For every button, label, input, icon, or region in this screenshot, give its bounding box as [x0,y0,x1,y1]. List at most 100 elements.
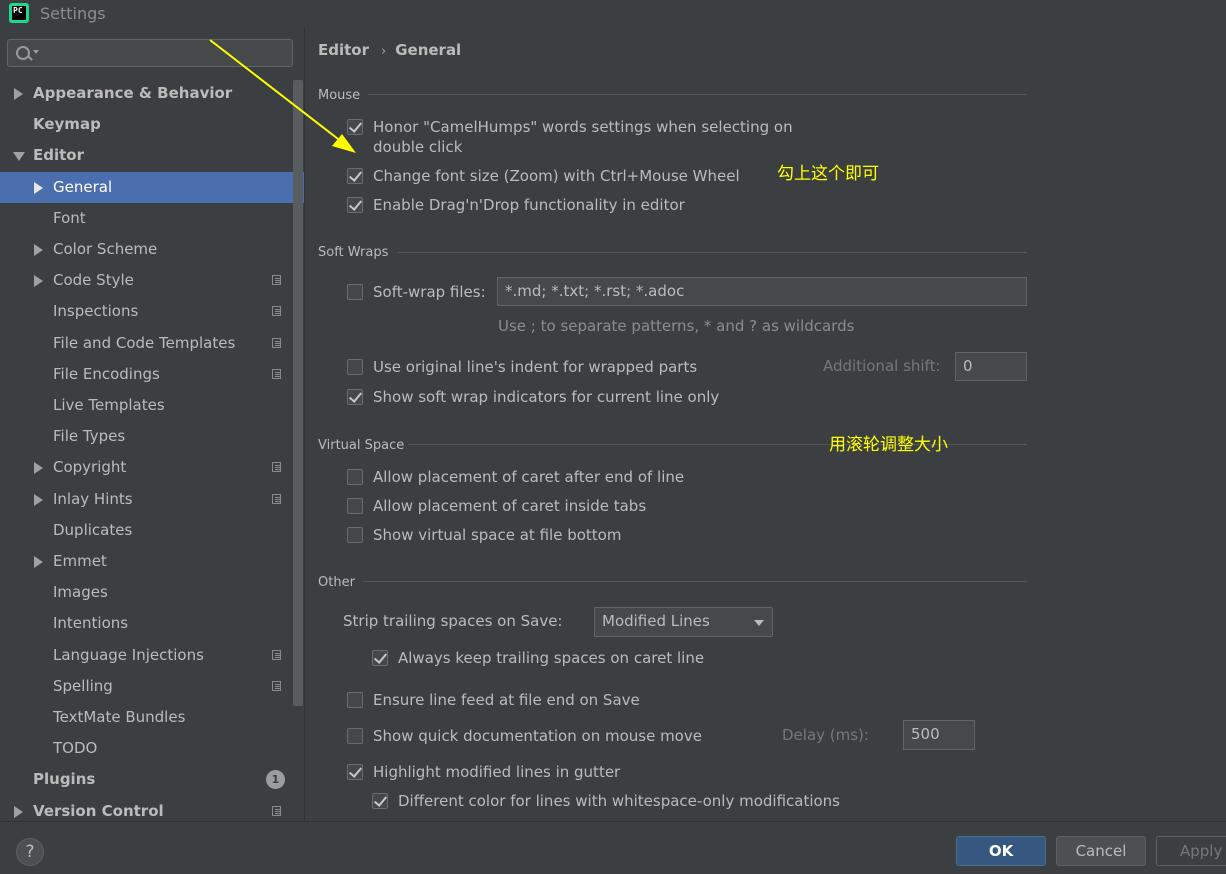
sidebar-item-file-and-code-templates[interactable]: File and Code Templates [0,328,292,359]
chevron-right-icon[interactable] [34,493,43,506]
additional-shift-input[interactable]: 0 [955,352,1027,381]
chevron-right-icon[interactable] [34,181,43,194]
sidebar-item-file-encodings[interactable]: File Encodings [0,359,292,390]
sidebar-item-label: Spelling [53,676,113,695]
chevron-right-icon[interactable] [34,275,43,288]
search-input[interactable] [7,39,293,67]
line-feed-checkbox[interactable] [347,692,363,708]
sidebar-item-copyright[interactable]: Copyright [0,452,292,483]
project-level-icon [272,368,281,379]
project-level-icon [272,680,281,691]
soft-wrap-files-input[interactable]: *.md; *.txt; *.rst; *.adoc [497,277,1027,306]
camelhumps-checkbox[interactable] [347,119,363,135]
sidebar-item-editor[interactable]: Editor [0,140,292,171]
sidebar-item-emmet[interactable]: Emmet [0,546,292,577]
zoom-ctrl-wheel-label: Change font size (Zoom) with Ctrl+Mouse … [373,167,740,185]
chevron-right-icon[interactable] [14,805,23,818]
cancel-button[interactable]: Cancel [1056,836,1146,866]
sidebar-item-keymap[interactable]: Keymap [0,109,292,140]
virtual-space-bottom-checkbox[interactable] [347,527,363,543]
delay-input[interactable]: 500 [903,720,975,750]
ok-button[interactable]: OK [956,836,1046,866]
sidebar-item-label: Duplicates [53,520,133,539]
highlight-modified-label: Highlight modified lines in gutter [373,763,621,781]
sidebar-item-appearance-behavior[interactable]: Appearance & Behavior [0,78,292,109]
chevron-right-icon[interactable] [34,244,43,256]
sidebar-item-language-injections[interactable]: Language Injections [0,640,292,671]
sidebar-item-label: Code Style [53,271,134,290]
sidebar-item-version-control[interactable]: Version Control [0,796,292,821]
sidebar-item-code-style[interactable]: Code Style [0,265,292,296]
sidebar-scrollbar[interactable] [293,80,303,706]
project-level-icon [272,805,281,816]
sidebar-item-intentions[interactable]: Intentions [0,608,292,639]
pycharm-icon: PC [9,3,29,23]
whitespace-color-checkbox[interactable] [372,793,388,809]
caret-inside-tabs-label: Allow placement of caret inside tabs [373,497,647,515]
breadcrumb-separator-icon: › [381,44,387,59]
zoom-ctrl-wheel-checkbox[interactable] [347,168,363,184]
whitespace-color-label: Different color for lines with whitespac… [398,792,841,810]
search-options-chevron-icon[interactable] [33,50,39,54]
original-indent-checkbox[interactable] [347,359,363,375]
keep-trailing-label: Always keep trailing spaces on caret lin… [398,649,705,667]
soft-wrap-indicators-checkbox[interactable] [347,389,363,405]
keep-trailing-checkbox[interactable] [372,650,388,666]
sidebar-item-label: Images [53,583,108,602]
help-button[interactable]: ? [16,838,44,866]
strip-trailing-value: Modified Lines [602,612,710,630]
app-icon-text: PC [13,6,23,15]
chevron-right-icon[interactable] [14,88,23,100]
sidebar-item-plugins[interactable]: Plugins 1 [0,764,292,795]
settings-sidebar: Appearance & Behavior Keymap Editor General… [0,28,305,821]
drag-drop-checkbox[interactable] [347,197,363,213]
sidebar-item-label: TextMate Bundles [53,708,186,726]
caret-after-eol-label: Allow placement of caret after end of li… [373,468,685,486]
project-level-icon [272,306,281,317]
delay-label: Delay (ms): [782,726,869,744]
section-other-divider [363,581,1027,582]
sidebar-item-color-scheme[interactable]: Color Scheme [0,234,292,265]
annotation-wheel-resize: 用滚轮调整大小 [829,435,948,455]
chevron-right-icon[interactable] [34,556,43,568]
sidebar-item-inlay-hints[interactable]: Inlay Hints [0,484,292,515]
soft-wrap-files-label: Soft-wrap files: [373,283,486,301]
sidebar-item-label: Keymap [33,115,101,134]
caret-inside-tabs-checkbox[interactable] [347,498,363,514]
chevron-down-icon[interactable] [13,152,25,162]
section-soft-wraps-title: Soft Wraps [318,245,389,260]
chevron-down-icon [754,620,764,626]
quick-doc-checkbox[interactable] [347,728,363,744]
soft-wrap-files-checkbox[interactable] [347,284,363,300]
breadcrumb-parent[interactable]: Editor [318,41,369,59]
chevron-right-icon[interactable] [34,462,43,475]
apply-button[interactable]: Apply [1156,836,1226,866]
section-virtual-space-title: Virtual Space [318,438,405,453]
project-level-icon [272,337,281,348]
sidebar-item-textmate-bundles[interactable]: TextMate Bundles [0,702,292,733]
sidebar-item-label: Language Injections [53,645,204,664]
sidebar-item-label: Editor [33,146,84,165]
sidebar-item-inspections[interactable]: Inspections [0,296,292,327]
quick-doc-label: Show quick documentation on mouse move [373,727,702,745]
sidebar-item-duplicates[interactable]: Duplicates [0,515,292,546]
soft-wrap-indicators-label: Show soft wrap indicators for current li… [373,388,720,406]
highlight-modified-checkbox[interactable] [347,764,363,780]
sidebar-item-file-types[interactable]: File Types [0,421,292,452]
sidebar-item-font[interactable]: Font [0,203,292,234]
annotation-check-this: 勾上这个即可 [777,164,879,184]
sidebar-item-general[interactable]: General [0,171,304,203]
sidebar-item-label: Emmet [53,552,107,570]
sidebar-item-label: Plugins [33,770,96,789]
sidebar-item-spelling[interactable]: Spelling [0,671,292,702]
caret-after-eol-checkbox[interactable] [347,469,363,485]
sidebar-item-live-templates[interactable]: Live Templates [0,390,292,421]
strip-trailing-select[interactable]: Modified Lines [594,607,773,637]
section-other-title: Other [318,575,355,590]
sidebar-item-images[interactable]: Images [0,577,292,608]
sidebar-item-label: Inlay Hints [53,489,133,508]
sidebar-item-todo[interactable]: TODO [0,733,292,764]
project-level-icon [272,462,281,473]
project-level-icon [272,649,281,660]
breadcrumb-current: General [395,41,462,59]
